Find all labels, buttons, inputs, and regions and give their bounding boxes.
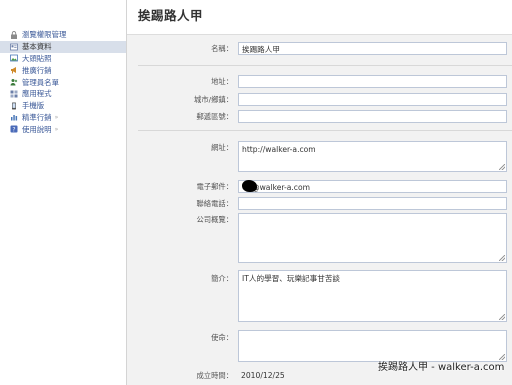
email-label: 電子郵件： [196, 182, 233, 191]
apps-icon [10, 90, 18, 98]
mission-label: 使命： [211, 333, 233, 342]
sidebar-nav: 瀏覽權限管理 基本資料 大頭貼照 推廣行銷 管理員名單 應用程式 手機版 精準行… [0, 29, 126, 135]
sidebar-item-permissions[interactable]: 瀏覽權限管理 [0, 29, 126, 41]
bio-field[interactable]: IT人的學習、玩樂記事甘苦談 [238, 270, 507, 322]
sidebar-item-insights[interactable]: 精準行銷 » [0, 112, 126, 124]
page-title: 挨踢路人甲 [138, 8, 204, 23]
sidebar-item-label: 推廣行銷 [22, 65, 52, 75]
sidebar-item-label: 應用程式 [22, 89, 52, 99]
resize-grip-icon[interactable] [499, 164, 505, 170]
sidebar-item-label: 大頭貼照 [22, 53, 52, 63]
sidebar-item-profile-picture[interactable]: 大頭貼照 [0, 53, 126, 65]
expand-icon: » [54, 113, 59, 121]
overview-label: 公司概覽： [196, 215, 233, 224]
email-field[interactable]: @walker-a.com [238, 180, 507, 193]
website-label: 網址： [211, 143, 233, 152]
bio-label: 簡介： [211, 274, 233, 283]
divider [138, 130, 512, 131]
resize-grip-icon[interactable] [499, 255, 505, 261]
chart-icon [10, 113, 18, 121]
sidebar: 瀏覽權限管理 基本資料 大頭貼照 推廣行銷 管理員名單 應用程式 手機版 精準行… [0, 0, 126, 385]
sidebar-item-admins[interactable]: 管理員名單 [0, 76, 126, 88]
svg-text:?: ? [12, 127, 15, 134]
bio-value: IT人的學習、玩樂記事甘苦談 [242, 274, 341, 283]
main-panel: 挨踢路人甲 名稱： 挨踢路人甲 地址： 城市/鄉鎮： 郵遞區號： 網址： htt… [126, 0, 512, 385]
sidebar-item-label: 手機版 [22, 101, 45, 111]
address-label: 地址： [211, 77, 233, 86]
mobile-icon [10, 102, 18, 110]
help-icon: ? [10, 125, 18, 133]
city-label: 城市/鄉鎮： [194, 95, 233, 104]
sidebar-item-mobile[interactable]: 手機版 [0, 100, 126, 112]
founded-label: 成立時間： [196, 371, 233, 380]
sidebar-item-apps[interactable]: 應用程式 [0, 88, 126, 100]
sidebar-item-label: 精準行銷 [22, 112, 52, 122]
sidebar-item-label: 使用說明 [22, 124, 52, 134]
info-card-icon [10, 43, 18, 51]
sidebar-item-marketing[interactable]: 推廣行銷 [0, 64, 126, 76]
redaction-mark [242, 180, 257, 192]
expand-icon: » [54, 125, 59, 133]
name-label: 名稱： [211, 44, 233, 53]
sidebar-item-label: 基本資料 [22, 42, 52, 52]
divider [138, 65, 512, 66]
page-header: 挨踢路人甲 [127, 0, 512, 35]
sidebar-item-basic-info[interactable]: 基本資料 [0, 40, 126, 53]
phone-label: 聯絡電話： [196, 199, 233, 208]
address-field[interactable] [238, 75, 507, 88]
sidebar-item-help[interactable]: ? 使用說明 » [0, 123, 126, 135]
zip-label: 郵遞區號： [196, 112, 233, 121]
lock-icon [10, 31, 18, 39]
website-value: http://walker-a.com [242, 145, 316, 154]
name-field[interactable]: 挨踢路人甲 [238, 42, 507, 55]
phone-field[interactable] [238, 197, 507, 210]
megaphone-icon [10, 66, 18, 74]
sidebar-item-label: 管理員名單 [22, 77, 59, 87]
website-field[interactable]: http://walker-a.com [238, 141, 507, 172]
zip-field[interactable] [238, 110, 507, 123]
city-field[interactable] [238, 93, 507, 106]
resize-grip-icon[interactable] [499, 314, 505, 320]
photo-icon [10, 54, 18, 62]
overview-field[interactable] [238, 213, 507, 263]
admins-icon [10, 78, 18, 86]
sidebar-item-label: 瀏覽權限管理 [22, 30, 67, 40]
watermark: 挨踢路人甲 - walker-a.com [378, 362, 505, 373]
